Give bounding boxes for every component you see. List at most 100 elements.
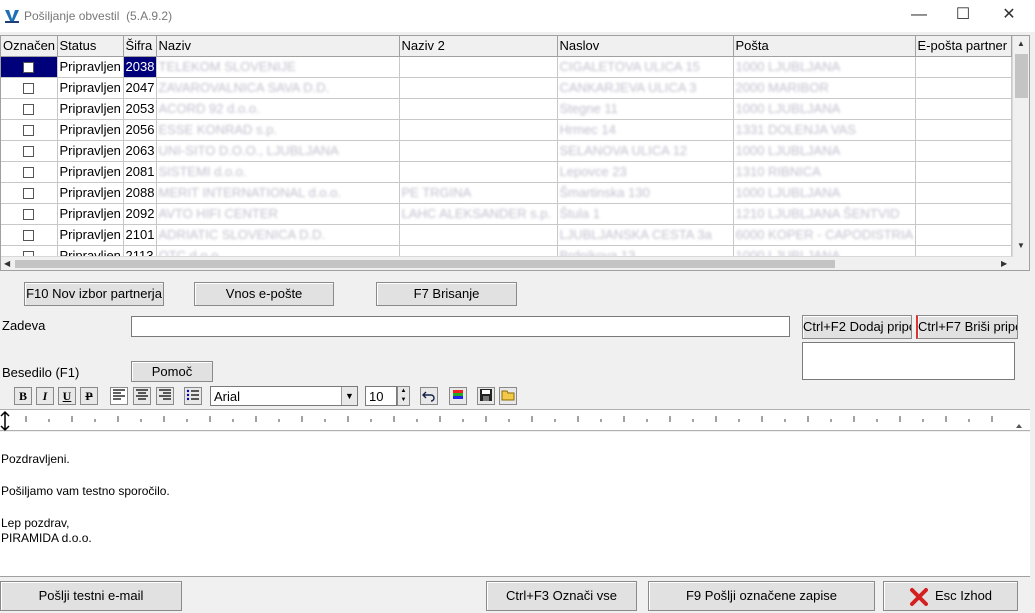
col-header-oznacen[interactable]: Označen (1, 36, 58, 57)
italic-button[interactable]: I (36, 387, 54, 405)
naslov-cell: CANKARJEVA ULICA 3 (557, 77, 734, 99)
version-label: (5.A.9.2) (126, 9, 173, 23)
naziv-cell: AVTO HIFI CENTER (156, 203, 400, 225)
message-editor[interactable]: Pozdravljeni. Pošiljamo vam testno sporo… (0, 432, 1030, 577)
align-right-button[interactable] (156, 387, 174, 405)
table-row[interactable]: Pripravljen 2056 ESSE KONRAD s.p. Hrmec … (1, 119, 1012, 141)
vertical-scroll-thumb[interactable] (1015, 54, 1028, 98)
naziv-cell: ACORD 92 d.o.o. (156, 98, 400, 120)
horizontal-scroll-thumb[interactable] (15, 260, 835, 268)
horizontal-scrollbar[interactable]: ◀ ▶ (1, 256, 1013, 270)
posta-cell: 1310 RIBNICA (733, 161, 916, 183)
align-center-button[interactable] (133, 387, 151, 405)
bullet-list-button[interactable] (184, 387, 202, 405)
eposta-cell (915, 56, 1012, 78)
font-size-input[interactable]: 10 (365, 386, 397, 406)
row-checkbox[interactable] (23, 167, 34, 179)
naslov-cell: Hrmec 14 (557, 119, 734, 141)
col-header-sifra[interactable]: Šifra (123, 36, 157, 57)
attachments-list[interactable] (802, 342, 1015, 380)
row-checkbox[interactable] (23, 230, 34, 242)
exit-x-icon (909, 587, 928, 606)
email-entry-button[interactable]: Vnos e-pošte (194, 282, 334, 306)
strikethrough-button[interactable]: P (80, 387, 98, 405)
delete-attachment-button[interactable]: Ctrl+F7 Briši priponko (916, 315, 1018, 339)
naslov-cell: SELANOVA ULICA 12 (557, 140, 734, 162)
scroll-down-icon[interactable]: ▼ (1017, 241, 1025, 250)
status-cell: Pripravljen (57, 140, 124, 162)
align-right-icon (159, 389, 171, 400)
maximize-button[interactable]: ☐ (940, 0, 986, 32)
naslov-cell: LJUBLJANSKA CESTA 3a (557, 224, 734, 246)
vertical-scrollbar[interactable]: ▲ ▼ (1012, 36, 1029, 270)
row-checkbox[interactable] (23, 188, 34, 200)
row-checkbox[interactable] (23, 62, 34, 74)
font-select[interactable]: Arial ▼ (210, 386, 358, 406)
row-checkbox[interactable] (23, 83, 34, 95)
send-test-email-button[interactable]: Pošlji testni e-mail (0, 581, 182, 611)
table-row[interactable]: Pripravljen 2081 SISTEMI d.o.o. Lepovce … (1, 161, 1012, 183)
ruler[interactable] (0, 409, 1030, 432)
eposta-cell (915, 98, 1012, 120)
col-header-naziv[interactable]: Naziv (156, 36, 400, 57)
color-button[interactable] (449, 387, 467, 405)
scroll-right-icon[interactable]: ▶ (1001, 259, 1007, 268)
undo-button[interactable] (420, 387, 438, 405)
color-palette-icon (453, 390, 463, 399)
exit-button[interactable]: Esc Izhod (883, 581, 1018, 611)
status-cell: Pripravljen (57, 203, 124, 225)
table-row[interactable]: Pripravljen 2038 TELEKOM SLOVENIJE CIGAL… (1, 56, 1012, 78)
partner-grid[interactable]: Označen Status Šifra Naziv Naziv 2 Naslo… (0, 35, 1030, 271)
table-row[interactable]: Pripravljen 2088 MERIT INTERNATIONAL d.o… (1, 182, 1012, 204)
eposta-cell (915, 161, 1012, 183)
bold-button[interactable]: B (14, 387, 32, 405)
subject-input[interactable] (131, 316, 790, 337)
table-row[interactable]: Pripravljen 2053 ACORD 92 d.o.o. Stegne … (1, 98, 1012, 120)
col-header-naziv2[interactable]: Naziv 2 (399, 36, 558, 57)
row-checkbox[interactable] (23, 209, 34, 221)
row-checkbox[interactable] (23, 125, 34, 137)
editor-line: Pozdravljeni. (1, 452, 70, 466)
sifra-cell: 2081 (123, 161, 157, 183)
status-cell: Pripravljen (57, 77, 124, 99)
col-header-naslov[interactable]: Naslov (557, 36, 734, 57)
scroll-left-icon[interactable]: ◀ (4, 259, 10, 268)
undo-icon (422, 391, 435, 402)
underline-button[interactable]: U (58, 387, 76, 405)
close-button[interactable]: ✕ (986, 0, 1032, 32)
send-selected-button[interactable]: F9 Pošlji označene zapise (648, 581, 875, 611)
font-size-stepper[interactable]: ▲ ▼ (397, 386, 410, 406)
status-cell: Pripravljen (57, 119, 124, 141)
naziv-cell: ESSE KONRAD s.p. (156, 119, 400, 141)
chevron-down-icon[interactable]: ▼ (341, 387, 357, 405)
table-row[interactable]: Pripravljen 2092 AVTO HIFI CENTER LAHC A… (1, 203, 1012, 225)
posta-cell: 1331 DOLENJA VAS (733, 119, 916, 141)
eposta-cell (915, 182, 1012, 204)
exit-label: Esc Izhod (934, 588, 993, 603)
open-button[interactable] (499, 387, 517, 405)
align-left-button[interactable] (110, 387, 128, 405)
delete-button[interactable]: F7 Brisanje (376, 282, 517, 306)
row-checkbox[interactable] (23, 104, 34, 116)
status-cell: Pripravljen (57, 182, 124, 204)
font-size-value: 10 (369, 389, 384, 404)
status-cell: Pripravljen (57, 161, 124, 183)
minimize-button[interactable]: — (896, 0, 942, 32)
select-all-button[interactable]: Ctrl+F3 Označi vse (486, 581, 637, 611)
help-button[interactable]: Pomoč (131, 361, 213, 382)
status-cell: Pripravljen (57, 98, 124, 120)
col-header-eposta[interactable]: E-pošta partner (915, 36, 1012, 57)
naziv-cell: TELEKOM SLOVENIJE (156, 56, 400, 78)
col-header-posta[interactable]: Pošta (733, 36, 916, 57)
new-partner-selection-button[interactable]: F10 Nov izbor partnerja (24, 282, 164, 306)
posta-cell: 1000 LJUBLJANA (733, 98, 916, 120)
add-attachment-button[interactable]: Ctrl+F2 Dodaj priponko (802, 315, 912, 339)
table-row[interactable]: Pripravljen 2101 ADRIATIC SLOVENICA D.D.… (1, 224, 1012, 246)
scroll-up-icon[interactable]: ▲ (1017, 39, 1025, 48)
table-row[interactable]: Pripravljen 2047 ZAVAROVALNICA SAVA D.D.… (1, 77, 1012, 99)
eposta-cell (915, 77, 1012, 99)
table-row[interactable]: Pripravljen 2063 UNI-SITO D.O.O., LJUBLJ… (1, 140, 1012, 162)
save-button[interactable] (477, 387, 495, 405)
row-checkbox[interactable] (23, 146, 34, 158)
col-header-status[interactable]: Status (57, 36, 124, 57)
